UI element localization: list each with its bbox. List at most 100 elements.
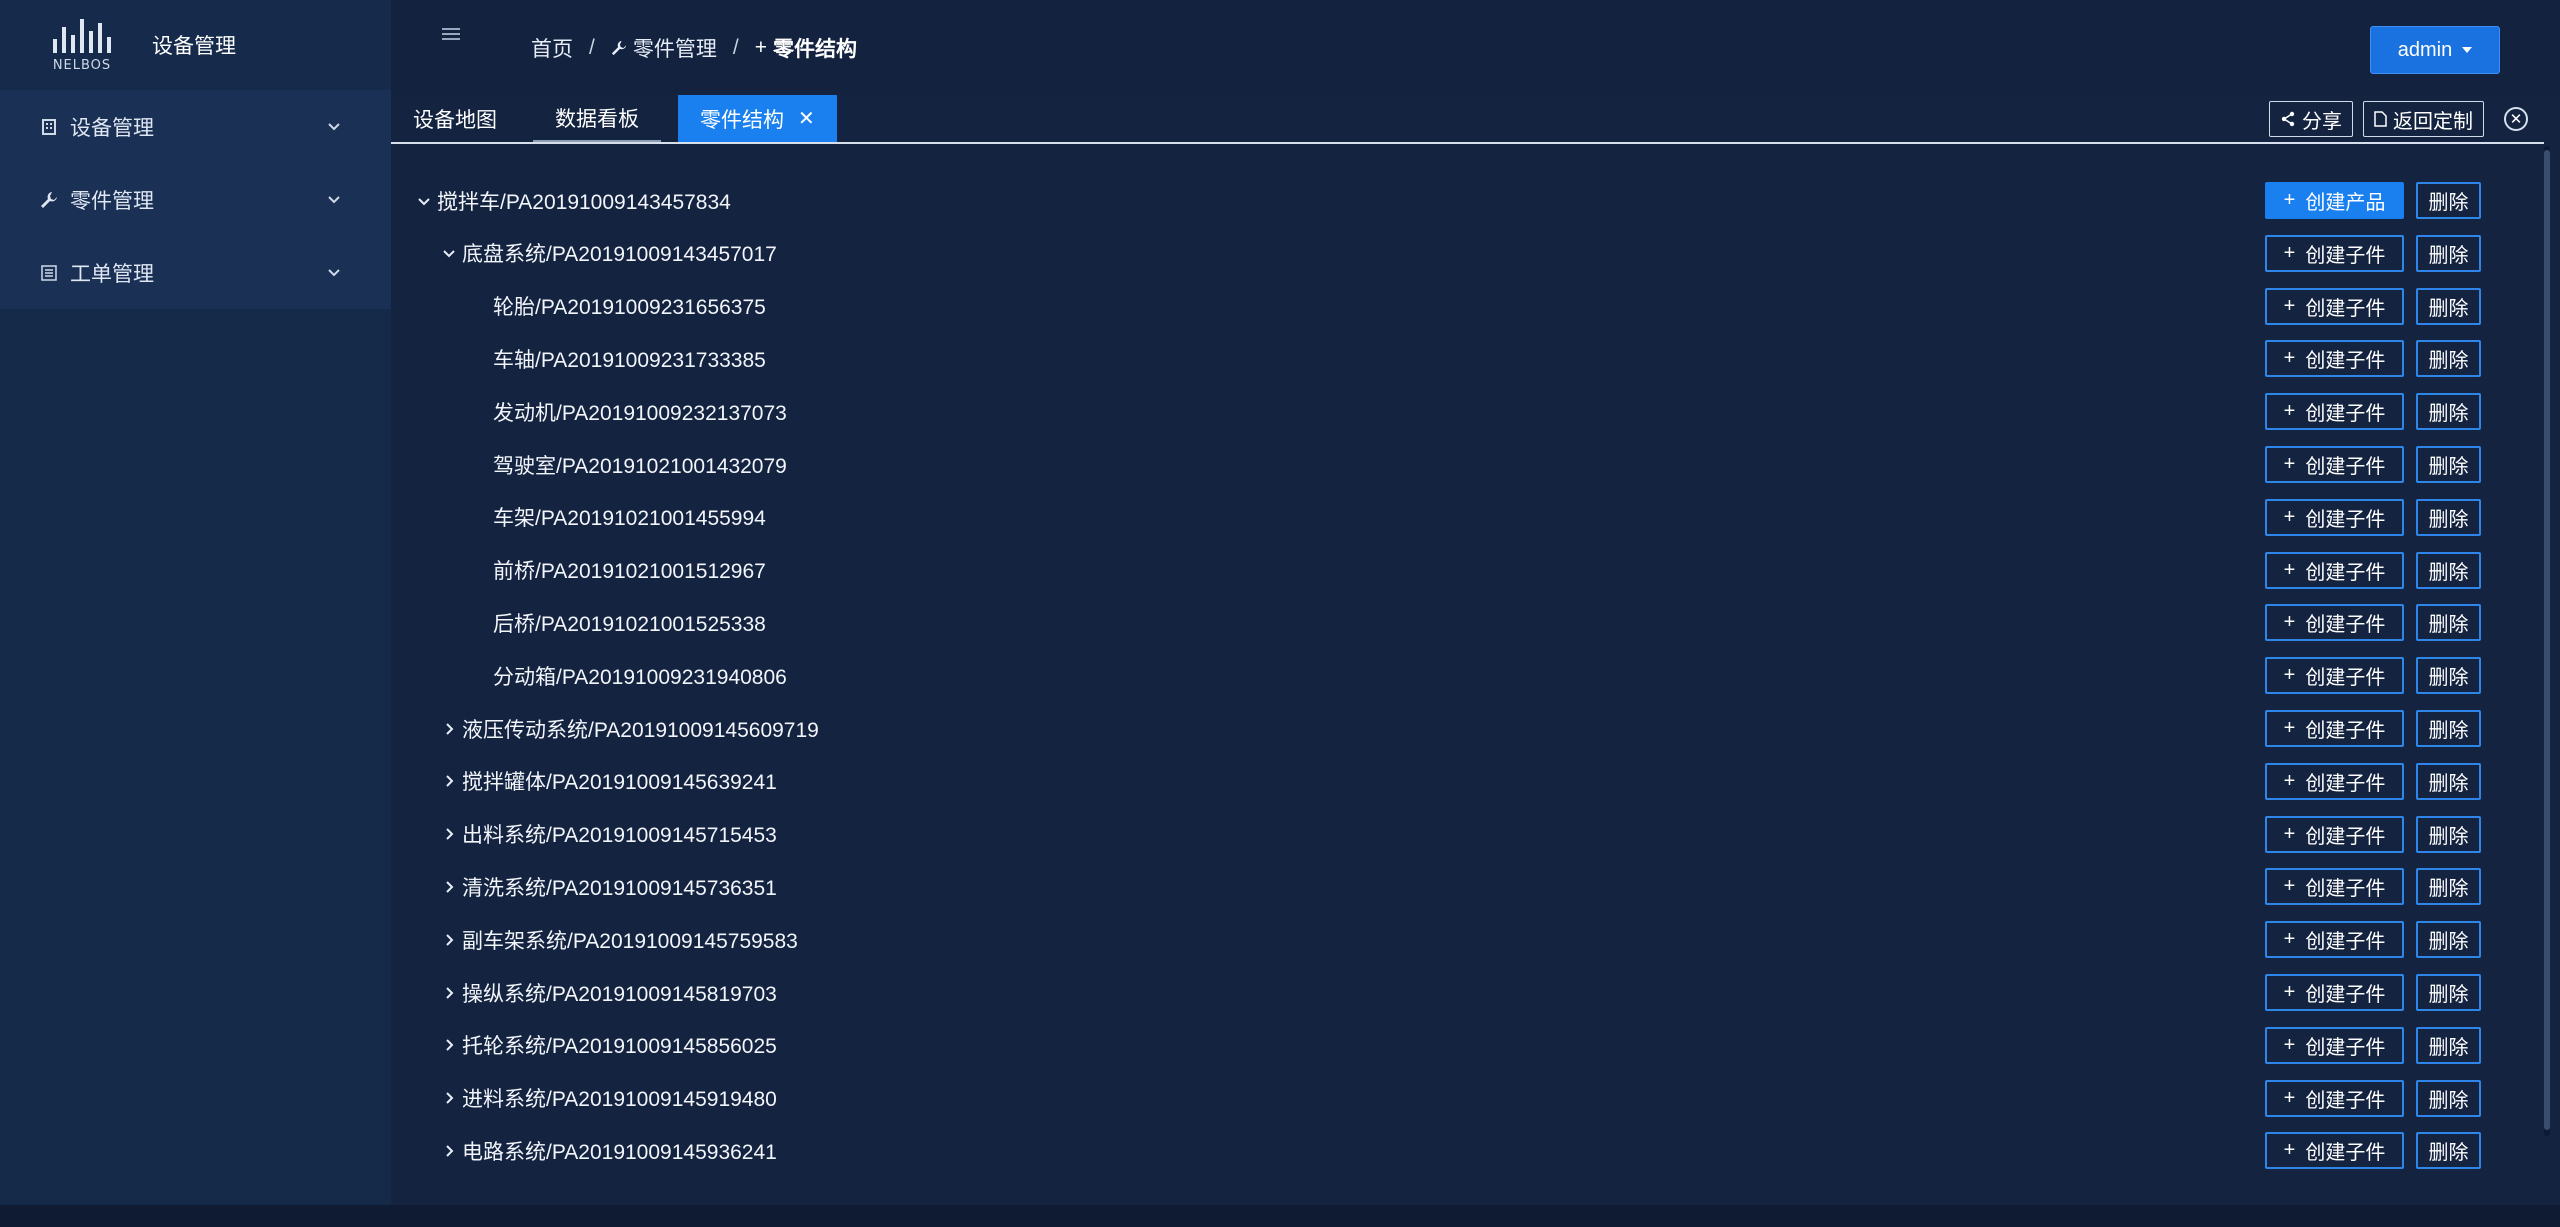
create-child-button[interactable]: + 创建子件 bbox=[2265, 1026, 2404, 1064]
delete-button[interactable]: 删除 bbox=[2416, 1079, 2481, 1117]
tree-node-label[interactable]: 电路系统/PA20191009145936241 bbox=[443, 1136, 777, 1166]
tree-row[interactable]: 托轮系统/PA20191009145856025 + 创建子件 删除 bbox=[391, 1019, 2543, 1072]
tree-row[interactable]: 发动机/PA20191009232137073 + 创建子件 删除 bbox=[391, 385, 2543, 438]
delete-button[interactable]: 删除 bbox=[2416, 657, 2481, 695]
user-menu-button[interactable]: admin bbox=[2370, 26, 2500, 74]
tree-row[interactable]: 搅拌罐体/PA20191009145639241 + 创建子件 删除 bbox=[391, 755, 2543, 808]
tree-node-label[interactable]: 轮胎/PA20191009231656375 bbox=[493, 291, 766, 321]
create-child-button[interactable]: + 创建子件 bbox=[2265, 815, 2404, 853]
create-child-button[interactable]: + 创建子件 bbox=[2265, 498, 2404, 536]
tree-node-label[interactable]: 前桥/PA20191021001512967 bbox=[493, 555, 766, 585]
create-child-button[interactable]: + 创建子件 bbox=[2265, 287, 2404, 325]
chevron-right-icon[interactable] bbox=[443, 1039, 455, 1052]
delete-button[interactable]: 删除 bbox=[2416, 815, 2481, 853]
back-custom-button[interactable]: 返回定制 bbox=[2363, 101, 2484, 137]
create-child-button[interactable]: + 创建子件 bbox=[2265, 710, 2404, 747]
delete-button[interactable]: 删除 bbox=[2416, 1132, 2481, 1170]
share-button[interactable]: 分享 bbox=[2269, 101, 2353, 137]
tree-row[interactable]: 进料系统/PA20191009145919480 + 创建子件 删除 bbox=[391, 1072, 2543, 1125]
tree-node-label[interactable]: 出料系统/PA20191009145715453 bbox=[443, 819, 777, 849]
delete-button[interactable]: 删除 bbox=[2416, 234, 2481, 272]
sidebar-item-workorders[interactable]: 工单管理 bbox=[0, 236, 391, 309]
breadcrumb-home[interactable]: 首页 bbox=[531, 33, 573, 63]
chevron-down-icon[interactable] bbox=[443, 247, 455, 259]
create-child-button[interactable]: + 创建子件 bbox=[2265, 1079, 2404, 1117]
tree-node-label[interactable]: 驾驶室/PA20191021001432079 bbox=[493, 450, 787, 480]
tree-node-label[interactable]: 清洗系统/PA20191009145736351 bbox=[443, 872, 777, 902]
delete-button[interactable]: 删除 bbox=[2416, 340, 2481, 378]
tree-row[interactable]: 分动箱/PA20191009231940806 + 创建子件 删除 bbox=[391, 649, 2543, 702]
tree-node-label[interactable]: 托轮系统/PA20191009145856025 bbox=[443, 1030, 777, 1060]
create-child-button[interactable]: + 创建子件 bbox=[2265, 762, 2404, 800]
delete-button[interactable]: 删除 bbox=[2416, 182, 2481, 219]
delete-button[interactable]: 删除 bbox=[2416, 762, 2481, 800]
chevron-down-icon[interactable] bbox=[418, 195, 430, 207]
tree-row[interactable]: 副车架系统/PA20191009145759583 + 创建子件 删除 bbox=[391, 913, 2543, 966]
create-child-button[interactable]: + 创建子件 bbox=[2265, 393, 2404, 431]
delete-button[interactable]: 删除 bbox=[2416, 868, 2481, 906]
chevron-right-icon[interactable] bbox=[443, 933, 455, 946]
create-child-button[interactable]: + 创建子件 bbox=[2265, 868, 2404, 906]
sidebar-item-parts[interactable]: 零件管理 bbox=[0, 163, 391, 236]
tree-row[interactable]: 清洗系统/PA20191009145736351 + 创建子件 删除 bbox=[391, 860, 2543, 913]
tree-node-label[interactable]: 后桥/PA20191021001525338 bbox=[493, 608, 766, 638]
tree-row[interactable]: 底盘系统/PA20191009143457017 + 创建子件 删除 bbox=[391, 227, 2543, 280]
sidebar-item-device[interactable]: 设备管理 bbox=[0, 90, 391, 163]
tree-row[interactable]: 车架/PA20191021001455994 + 创建子件 删除 bbox=[391, 491, 2543, 544]
tab-part-structure[interactable]: 零件结构 ✕ bbox=[678, 95, 837, 142]
tree-row[interactable]: 出料系统/PA20191009145715453 + 创建子件 删除 bbox=[391, 808, 2543, 861]
tree-node-label[interactable]: 进料系统/PA20191009145919480 bbox=[443, 1083, 777, 1113]
chevron-right-icon[interactable] bbox=[443, 1145, 455, 1157]
close-icon[interactable]: ✕ bbox=[798, 106, 815, 131]
delete-button[interactable]: 删除 bbox=[2416, 1026, 2481, 1064]
chevron-right-icon[interactable] bbox=[443, 722, 455, 735]
delete-button[interactable]: 删除 bbox=[2416, 974, 2481, 1011]
delete-button[interactable]: 删除 bbox=[2416, 498, 2481, 536]
create-child-button[interactable]: + 创建子件 bbox=[2265, 604, 2404, 642]
menu-toggle-icon[interactable] bbox=[442, 28, 460, 42]
tree-row[interactable]: 搅拌车/PA20191009143457834 + 创建产品 删除 bbox=[391, 174, 2543, 227]
tree-node-label[interactable]: 底盘系统/PA20191009143457017 bbox=[443, 238, 777, 268]
delete-button[interactable]: 删除 bbox=[2416, 921, 2481, 959]
create-child-button[interactable]: + 创建子件 bbox=[2265, 234, 2404, 272]
tree-node-label[interactable]: 搅拌车/PA20191009143457834 bbox=[418, 186, 731, 216]
create-child-button[interactable]: + 创建子件 bbox=[2265, 974, 2404, 1011]
scrollbar-thumb[interactable] bbox=[2544, 150, 2550, 1130]
tree-node-label[interactable]: 副车架系统/PA20191009145759583 bbox=[443, 925, 798, 955]
create-child-button[interactable]: + 创建子件 bbox=[2265, 446, 2404, 483]
tree-node-label[interactable]: 操纵系统/PA20191009145819703 bbox=[443, 978, 777, 1008]
tree-node-label[interactable]: 搅拌罐体/PA20191009145639241 bbox=[443, 766, 777, 796]
delete-button[interactable]: 删除 bbox=[2416, 446, 2481, 483]
delete-button[interactable]: 删除 bbox=[2416, 551, 2481, 589]
create-child-button[interactable]: + 创建子件 bbox=[2265, 551, 2404, 589]
delete-button[interactable]: 删除 bbox=[2416, 604, 2481, 642]
tree-row[interactable]: 驾驶室/PA20191021001432079 + 创建子件 删除 bbox=[391, 438, 2543, 491]
create-child-button[interactable]: + 创建子件 bbox=[2265, 1132, 2404, 1170]
delete-button[interactable]: 删除 bbox=[2416, 393, 2481, 431]
chevron-right-icon[interactable] bbox=[443, 775, 455, 788]
tree-node-label[interactable]: 发动机/PA20191009232137073 bbox=[493, 397, 787, 427]
create-child-button[interactable]: + 创建子件 bbox=[2265, 921, 2404, 959]
breadcrumb-parts[interactable]: 零件管理 bbox=[611, 33, 717, 63]
chevron-right-icon[interactable] bbox=[443, 1092, 455, 1104]
delete-button[interactable]: 删除 bbox=[2416, 710, 2481, 747]
create-child-button[interactable]: + 创建子件 bbox=[2265, 340, 2404, 378]
tree-node-label[interactable]: 车架/PA20191021001455994 bbox=[493, 502, 766, 532]
tab-data-board[interactable]: 数据看板 bbox=[533, 95, 661, 142]
tree-node-label[interactable]: 分动箱/PA20191009231940806 bbox=[493, 661, 787, 691]
chevron-right-icon[interactable] bbox=[443, 828, 455, 840]
tab-device-map[interactable]: 设备地图 bbox=[391, 95, 519, 142]
chevron-right-icon[interactable] bbox=[443, 986, 455, 999]
chevron-right-icon[interactable] bbox=[443, 881, 455, 893]
create-product-button[interactable]: + 创建产品 bbox=[2265, 182, 2404, 219]
tree-row[interactable]: 车轴/PA20191009231733385 + 创建子件 删除 bbox=[391, 332, 2543, 385]
close-circle-icon[interactable]: ✕ bbox=[2504, 107, 2528, 131]
horizontal-scrollbar[interactable] bbox=[0, 1205, 2560, 1227]
create-child-button[interactable]: + 创建子件 bbox=[2265, 657, 2404, 695]
tree-row[interactable]: 操纵系统/PA20191009145819703 + 创建子件 删除 bbox=[391, 966, 2543, 1019]
tree-row[interactable]: 液压传动系统/PA20191009145609719 + 创建子件 删除 bbox=[391, 702, 2543, 755]
tree-node-label[interactable]: 车轴/PA20191009231733385 bbox=[493, 344, 766, 374]
tree-row[interactable]: 电路系统/PA20191009145936241 + 创建子件 删除 bbox=[391, 1124, 2543, 1177]
tree-row[interactable]: 后桥/PA20191021001525338 + 创建子件 删除 bbox=[391, 596, 2543, 649]
tree-row[interactable]: 轮胎/PA20191009231656375 + 创建子件 删除 bbox=[391, 280, 2543, 333]
